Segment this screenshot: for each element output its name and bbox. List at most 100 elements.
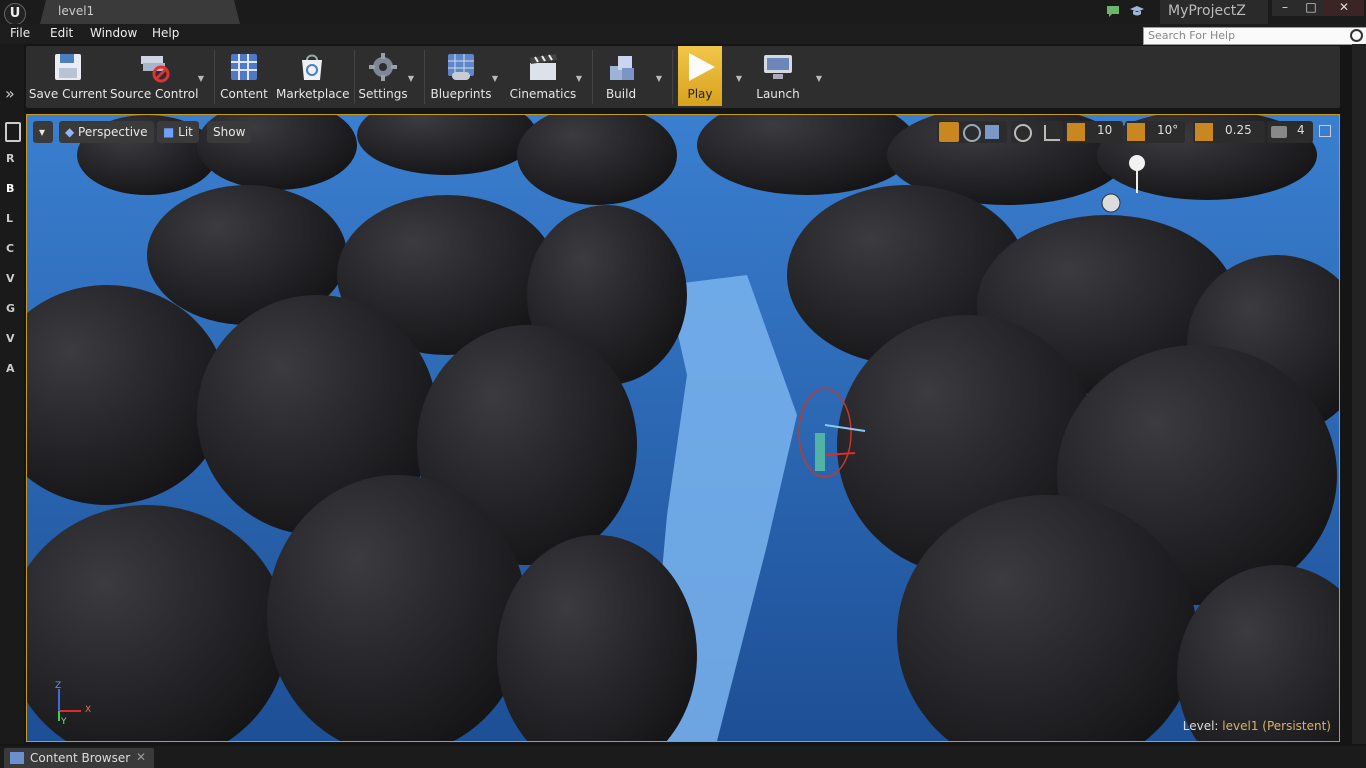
cinematics-button[interactable]: Cinematics — [508, 46, 578, 106]
blueprints-icon — [448, 54, 474, 80]
content-button[interactable]: Content — [216, 46, 272, 106]
rotate-tool-icon[interactable] — [963, 124, 981, 142]
content-browser-label: Content Browser — [30, 751, 131, 765]
menu-window[interactable]: Window — [90, 26, 137, 40]
maximize-button[interactable]: □ — [1298, 0, 1324, 16]
show-dropdown[interactable]: Show — [207, 121, 252, 143]
marketplace-button[interactable]: Marketplace — [276, 46, 350, 106]
help-search-box[interactable] — [1143, 27, 1366, 45]
axis-x-label: X — [85, 705, 92, 715]
menu-file[interactable]: File — [10, 26, 30, 40]
graduation-cap-icon[interactable] — [1130, 4, 1144, 18]
menu-edit[interactable]: Edit — [50, 26, 73, 40]
rotation-snap[interactable]: 10° — [1125, 121, 1185, 143]
scale-snap-value[interactable]: 0.25 — [1225, 123, 1252, 137]
camera-speed-value[interactable]: 4 — [1297, 123, 1305, 137]
level-tab[interactable]: level1 — [40, 0, 240, 24]
blueprints-button[interactable]: Blueprints — [426, 46, 496, 106]
project-name: MyProjectZ — [1168, 3, 1246, 19]
build-dropdown-icon[interactable]: ▼ — [654, 74, 664, 83]
toolbar-separator — [424, 50, 425, 104]
source-control-button[interactable]: Source Control — [110, 46, 198, 106]
world-local-toggle[interactable] — [1011, 121, 1033, 143]
level-viewport[interactable]: ▾ ◆ Perspective ■ Lit Show 10 10° 0.25 4… — [26, 114, 1340, 742]
launch-monitor-icon — [764, 55, 792, 79]
viewport-scene[interactable] — [27, 115, 1339, 741]
chat-icon[interactable] — [1106, 4, 1120, 18]
camera-icon — [1271, 126, 1287, 138]
side-tab-a[interactable]: A — [6, 362, 20, 375]
launch-label: Launch — [756, 87, 800, 101]
settings-label: Settings — [358, 87, 408, 101]
marketplace-bag-icon — [302, 54, 322, 80]
side-tab-b[interactable]: B — [6, 182, 20, 195]
cinematics-dropdown-icon[interactable]: ▼ — [574, 74, 584, 83]
main-toolbar: Save Current Source Control ▼ Content Ma… — [26, 46, 1340, 108]
source-control-dropdown-icon[interactable]: ▼ — [196, 74, 206, 83]
play-icon — [689, 53, 715, 81]
content-grid-icon — [231, 54, 257, 80]
right-panel-scrollbar[interactable] — [1352, 44, 1366, 744]
rotation-snap-icon[interactable] — [1127, 123, 1145, 141]
close-tab-icon[interactable]: ✕ — [136, 750, 146, 764]
sky-sphere-icon[interactable] — [1101, 193, 1121, 213]
settings-dropdown-icon[interactable]: ▼ — [406, 74, 416, 83]
rotation-snap-value[interactable]: 10° — [1157, 123, 1178, 137]
modes-icon[interactable] — [5, 122, 21, 142]
side-tab-v2[interactable]: V — [6, 332, 20, 345]
left-panel-bar: » R B L C V G V A — [0, 44, 24, 744]
close-button[interactable]: ✕ — [1324, 0, 1364, 16]
grid-snap-value[interactable]: 10 — [1097, 123, 1112, 137]
expand-panel-icon[interactable]: » — [5, 84, 15, 103]
save-current-button[interactable]: Save Current — [28, 46, 108, 106]
search-icon — [1350, 29, 1363, 42]
side-tab-l[interactable]: L — [6, 212, 20, 225]
side-tab-v1[interactable]: V — [6, 272, 20, 285]
side-tab-g[interactable]: G — [6, 302, 20, 315]
camera-speed[interactable]: 4 — [1267, 121, 1313, 143]
scale-snap[interactable]: 0.25 — [1193, 121, 1265, 143]
level-tab-label: level1 — [58, 4, 95, 18]
title-bar: U level1 MyProjectZ – □ ✕ — [0, 0, 1366, 25]
toolbar-separator — [214, 50, 215, 104]
minimize-button[interactable]: – — [1272, 0, 1298, 16]
launch-button[interactable]: Launch — [750, 46, 806, 106]
viewport-options-dropdown[interactable]: ▾ — [33, 121, 53, 143]
transform-tools[interactable] — [937, 121, 1007, 143]
lit-dropdown[interactable]: ■ Lit — [157, 121, 199, 143]
content-browser-icon — [10, 752, 24, 764]
blueprints-dropdown-icon[interactable]: ▼ — [490, 74, 500, 83]
side-tab-r[interactable]: R — [6, 152, 20, 165]
side-tab-c[interactable]: C — [6, 242, 20, 255]
content-browser-tab[interactable]: Content Browser ✕ — [4, 748, 154, 768]
launch-dropdown-icon[interactable]: ▼ — [814, 74, 824, 83]
perspective-dropdown[interactable]: ◆ Perspective — [59, 121, 154, 143]
lit-label: Lit — [178, 125, 193, 139]
cinematics-label: Cinematics — [509, 87, 577, 101]
level-prefix: Level: — [1182, 719, 1219, 733]
save-current-label: Save Current — [28, 87, 108, 101]
settings-button[interactable]: Settings — [356, 46, 410, 106]
maximize-viewport-icon[interactable] — [1319, 125, 1331, 137]
build-button[interactable]: Build — [594, 46, 648, 106]
bottom-bar: Content Browser ✕ — [0, 746, 1366, 768]
clapperboard-icon — [530, 54, 557, 80]
play-dropdown-icon[interactable]: ▼ — [734, 74, 744, 83]
surface-snap[interactable] — [1039, 121, 1063, 143]
menu-help[interactable]: Help — [152, 26, 179, 40]
play-label: Play — [687, 87, 713, 101]
scale-snap-icon[interactable] — [1195, 123, 1213, 141]
blueprints-label: Blueprints — [430, 87, 492, 101]
toolbar-separator — [592, 50, 593, 104]
grid-snap-icon[interactable] — [1067, 123, 1085, 141]
settings-gear-icon — [369, 53, 397, 81]
grid-snap[interactable]: 10 — [1065, 121, 1123, 143]
help-search-input[interactable] — [1144, 28, 1352, 43]
unreal-logo-icon: U — [4, 3, 26, 25]
toolbar-separator — [354, 50, 355, 104]
marketplace-label: Marketplace — [276, 87, 350, 101]
move-tool-icon[interactable] — [939, 122, 959, 142]
play-button[interactable]: Play — [678, 46, 722, 106]
scale-tool-icon[interactable] — [985, 125, 999, 139]
source-control-icon — [141, 56, 170, 83]
